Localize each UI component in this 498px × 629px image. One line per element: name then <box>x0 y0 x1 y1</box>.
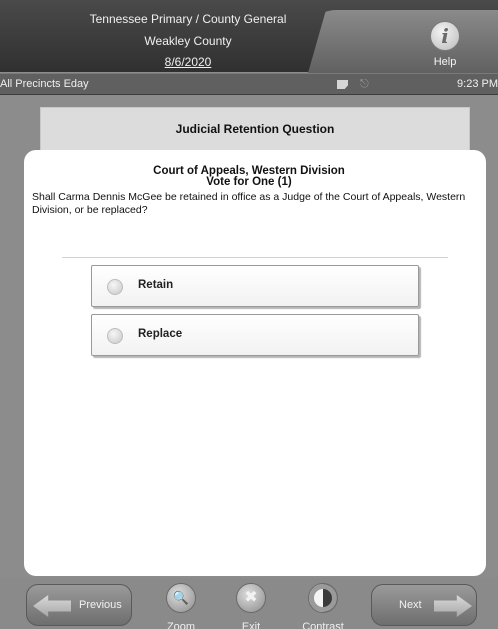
election-header: Tennessee Primary / County General Weakl… <box>0 0 498 80</box>
option-label: Replace <box>138 328 183 340</box>
next-label: Next <box>399 599 422 611</box>
option-replace[interactable]: Replace <box>91 314 419 356</box>
help-tab[interactable] <box>306 10 498 80</box>
zoom-button[interactable]: 🔍 Zoom <box>151 582 211 629</box>
contrast-icon <box>308 583 338 613</box>
previous-label: Previous <box>79 599 122 611</box>
radio-circle-icon[interactable] <box>107 279 123 295</box>
exit-button[interactable]: ✖ Exit <box>221 582 281 629</box>
plug-icon: ⎋ <box>360 78 369 90</box>
navigation-footer: Previous 🔍 Zoom ✖ Exit Contrast Next <box>0 578 498 629</box>
previous-button[interactable]: Previous <box>26 584 132 626</box>
arrow-left-icon <box>33 595 71 617</box>
option-label: Retain <box>138 279 174 291</box>
option-retain[interactable]: Retain <box>91 265 419 307</box>
ballot-screen: Tennessee Primary / County General Weakl… <box>0 0 498 629</box>
clock-time: 9:23 PM <box>457 78 498 90</box>
close-icon: ✖ <box>236 583 266 613</box>
contest-title: Judicial Retention Question <box>175 122 335 136</box>
vote-for-label: Vote for One (1) <box>206 176 292 188</box>
magnifier-icon: 🔍 <box>166 583 196 613</box>
status-bar: All Precincts Eday ⎋ 9:23 PM <box>0 73 498 95</box>
memo-icon <box>337 80 348 89</box>
info-icon[interactable]: i <box>430 21 460 51</box>
zoom-label: Zoom <box>166 621 196 629</box>
divider <box>62 257 448 258</box>
precinct-label: All Precincts Eday <box>0 78 89 90</box>
exit-label: Exit <box>241 621 261 629</box>
contest-header: Judicial Retention Question <box>40 107 470 153</box>
retention-question: Shall Carma Dennis McGee be retained in … <box>32 191 466 216</box>
contrast-button[interactable]: Contrast <box>293 582 353 629</box>
next-button[interactable]: Next <box>371 584 477 626</box>
radio-circle-icon[interactable] <box>107 328 123 344</box>
contrast-label: Contrast <box>302 621 344 629</box>
election-title: Tennessee Primary / County General <box>89 12 287 26</box>
arrow-right-icon <box>434 595 472 617</box>
help-label[interactable]: Help <box>420 56 470 68</box>
